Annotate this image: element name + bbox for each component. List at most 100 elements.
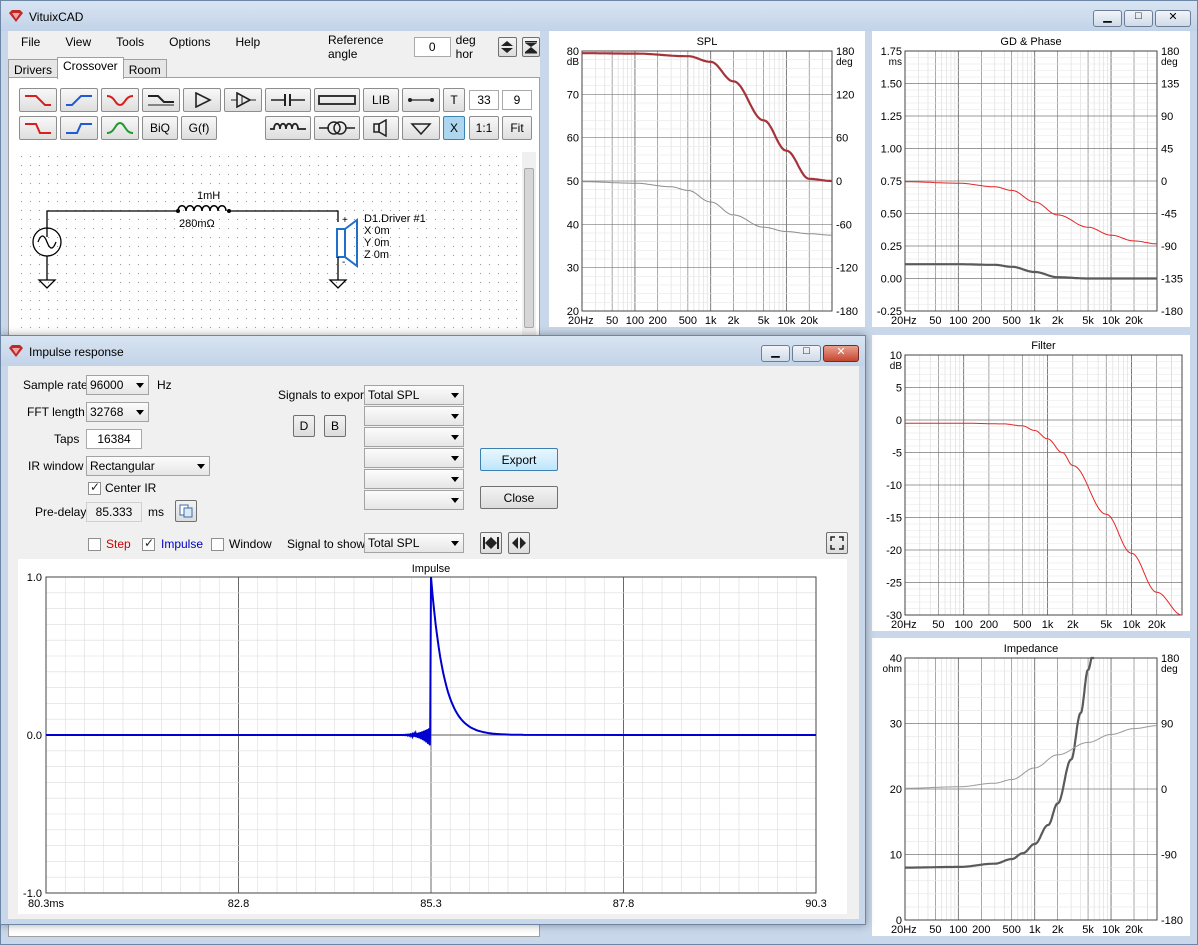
window-checkbox[interactable]	[211, 538, 224, 551]
highpass-blue-button[interactable]	[60, 88, 98, 112]
inductor-button[interactable]	[265, 116, 311, 140]
shift-inward-button[interactable]	[480, 532, 502, 554]
x-tick-label: 1k	[1042, 619, 1054, 631]
x-button[interactable]: X	[443, 116, 465, 140]
dialog-maximize-button[interactable]: □	[792, 345, 821, 362]
close-button[interactable]: ✕	[1155, 10, 1191, 27]
grid-x-input[interactable]: 33	[469, 90, 499, 110]
export-signal-value-1: Total SPL	[368, 388, 420, 402]
close-dialog-button[interactable]: Close	[480, 486, 558, 509]
shelf-button[interactable]	[142, 88, 180, 112]
bandpass-button[interactable]	[101, 116, 139, 140]
taps-input[interactable]: 16384	[86, 429, 142, 449]
export-signal-select-3[interactable]	[364, 427, 464, 447]
menu-tools[interactable]: Tools	[103, 35, 156, 49]
signal-show-select[interactable]: Total SPL	[364, 533, 464, 553]
chevron-down-icon	[451, 477, 459, 482]
highpass-icon	[66, 95, 92, 106]
schematic-canvas[interactable]: 1mH 280mΩ + - D1.Driver #1 X 0m Y 0m Z 0…	[17, 152, 521, 337]
menu-help[interactable]: Help	[223, 35, 273, 49]
dialog-minimize-button[interactable]: ▁	[761, 345, 790, 362]
transformer-icon	[319, 121, 355, 135]
transformer-button[interactable]	[314, 116, 360, 140]
x-tick-label: 20Hz	[891, 619, 917, 631]
library-button[interactable]: LIB	[363, 88, 399, 112]
y-tick-label: -10	[886, 480, 902, 492]
angle-up-down-button[interactable]	[497, 37, 517, 57]
tab-drivers[interactable]: Drivers	[8, 59, 58, 79]
y-tick-label: 20	[890, 784, 902, 796]
wire-button[interactable]	[402, 88, 440, 112]
predelay-value: 85.333	[86, 502, 142, 522]
x-tick-label: 50	[929, 315, 941, 327]
one-to-one-button[interactable]: 1:1	[469, 116, 499, 140]
lowpass-red-button[interactable]	[19, 88, 57, 112]
driver-minus-label: -	[342, 257, 346, 268]
ground-button[interactable]	[402, 116, 440, 140]
tab-crossover[interactable]: Crossover	[57, 57, 124, 79]
scrollbar-thumb[interactable]	[524, 168, 534, 328]
chevron-down-icon	[197, 464, 205, 469]
text-button[interactable]: T	[443, 88, 465, 112]
impulse-label: Impulse	[161, 537, 204, 551]
inductor-resistance-label: 280mΩ	[179, 218, 215, 230]
x-tick-label: 10k	[1123, 619, 1141, 631]
gf-button[interactable]: G(f)	[181, 116, 217, 140]
x-tick-label: 5k	[1082, 315, 1094, 327]
impulse-checkbox[interactable]: ✓	[142, 536, 155, 551]
menu-options[interactable]: Options	[156, 35, 222, 49]
x-tick-label: 200	[972, 315, 990, 327]
y2-unit-label: deg	[1161, 664, 1178, 675]
y-tick-label: -15	[886, 513, 902, 525]
menu-file[interactable]: File	[8, 35, 52, 49]
grid-y-input[interactable]: 9	[502, 90, 532, 110]
shift-outward-button[interactable]	[508, 532, 530, 554]
impulse-chart-svg: Impulse1.00.0-1.080.3ms 82.8 85.3 87.8 90.3	[23, 563, 827, 910]
x-tick-label: 82.8	[228, 898, 249, 910]
export-signal-select-5[interactable]	[364, 469, 464, 489]
y-tick-label: 30	[890, 719, 902, 731]
amplifier-button[interactable]	[183, 88, 221, 112]
export-signal-select-1[interactable]: Total SPL	[364, 385, 464, 405]
step-checkbox[interactable]	[88, 538, 101, 551]
highpass2-button[interactable]	[60, 116, 98, 140]
export-signal-select-2[interactable]	[364, 406, 464, 426]
d-button[interactable]: D	[293, 415, 315, 437]
ir-window-label: IR window	[28, 459, 84, 473]
angle-flip-button[interactable]	[521, 37, 541, 57]
ir-window-select[interactable]: Rectangular	[86, 456, 210, 476]
copy-button[interactable]	[175, 500, 197, 522]
dialog-close-button[interactable]: ✕	[823, 345, 859, 362]
driver-x-label: X 0m	[364, 225, 390, 237]
bandstop-icon	[106, 95, 134, 107]
driver-button[interactable]	[363, 116, 399, 140]
b-button[interactable]: B	[324, 415, 346, 437]
fullscreen-button[interactable]	[826, 532, 848, 554]
export-signal-select-6[interactable]	[364, 490, 464, 510]
y-tick-label: 70	[567, 89, 579, 101]
biquad-button[interactable]: BiQ	[142, 116, 178, 140]
buffer-button[interactable]	[224, 88, 262, 112]
window-title: VituixCAD	[29, 10, 84, 24]
sample-rate-select[interactable]: 96000	[86, 375, 149, 395]
menu-view[interactable]: View	[52, 35, 103, 49]
schematic-scrollbar[interactable]	[522, 152, 536, 337]
fit-button[interactable]: Fit	[502, 116, 532, 140]
bandstop-button[interactable]	[101, 88, 139, 112]
fft-length-select[interactable]: 32768	[86, 402, 149, 422]
lowpass2-button[interactable]	[19, 116, 57, 140]
maximize-button[interactable]: □	[1124, 10, 1153, 27]
x-tick-label: 200	[972, 924, 990, 936]
minimize-button[interactable]: ▁	[1093, 10, 1122, 27]
capacitor-button[interactable]	[265, 88, 311, 112]
signals-export-label: Signals to export	[278, 388, 368, 402]
center-ir-checkbox[interactable]: ✓	[88, 480, 101, 495]
impulse-chart: Impulse 1.0 0.0 -1.0 80.3ms 82.8 85.3 87.8 90.3	[18, 559, 847, 914]
export-button[interactable]: Export	[480, 448, 558, 471]
tab-room[interactable]: Room	[122, 59, 167, 79]
reference-angle-input[interactable]: 0	[413, 37, 451, 57]
chart-title: GD & Phase	[1000, 36, 1061, 48]
x-tick-label: 200	[980, 619, 998, 631]
resistor-button[interactable]	[314, 88, 360, 112]
export-signal-select-4[interactable]	[364, 448, 464, 468]
